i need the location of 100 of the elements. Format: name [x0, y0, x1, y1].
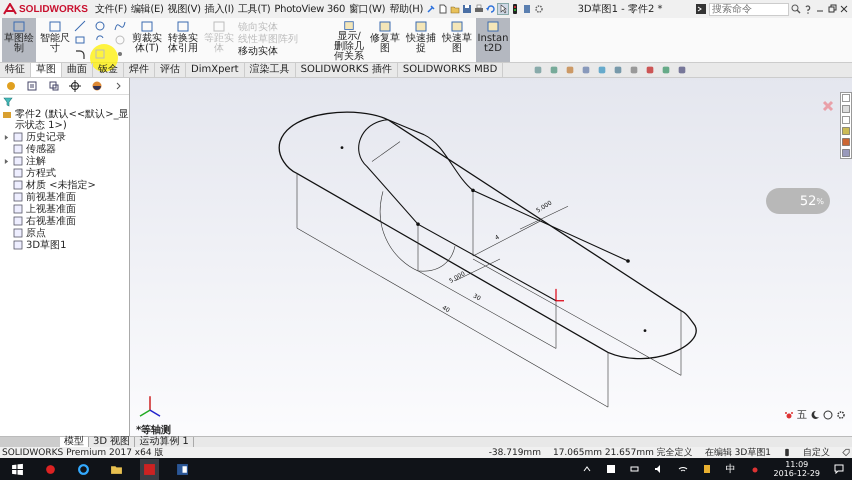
- clock-time[interactable]: 11:09: [785, 460, 808, 469]
- settings-icon[interactable]: [534, 4, 544, 14]
- moon-icon[interactable]: [810, 410, 820, 420]
- ribbon-tab[interactable]: 焊件: [124, 63, 155, 77]
- pin-icon[interactable]: [426, 4, 436, 14]
- status-coordinates: 17.065mm 21.657mm 完全定义: [552, 446, 693, 459]
- ribbon-menu-item[interactable]: 移动实体: [238, 46, 330, 58]
- appearance-ball-icon[interactable]: [90, 80, 103, 92]
- logo-icon: [3, 3, 17, 15]
- menu-item[interactable]: 编辑(E): [130, 2, 165, 16]
- ribbon-tab[interactable]: DimXpert: [186, 63, 245, 77]
- tree-item[interactable]: 前视基准面: [26, 190, 76, 204]
- menu-item[interactable]: 工具(T): [237, 2, 272, 16]
- print-icon[interactable]: [474, 4, 484, 14]
- ribbon-button[interactable]: 修复草图: [368, 18, 402, 62]
- spline-icon[interactable]: [114, 20, 126, 32]
- view-palette-icon[interactable]: [841, 126, 851, 136]
- tree-item[interactable]: 上视基准面: [26, 202, 76, 216]
- ime-glyph[interactable]: 五: [797, 408, 807, 422]
- rectangle-icon[interactable]: [74, 34, 86, 46]
- input-method-indicator[interactable]: 中: [726, 462, 736, 476]
- sketch-tool-icon: [414, 20, 428, 34]
- tree-item[interactable]: 原点: [26, 226, 46, 240]
- ribbon-button[interactable]: 剪裁实体(T): [130, 18, 164, 62]
- chevron-up-icon[interactable]: [582, 464, 592, 474]
- tree-item[interactable]: 历史记录: [26, 130, 66, 144]
- save-icon[interactable]: [462, 4, 472, 14]
- ribbon-button[interactable]: Instant2D: [476, 18, 510, 62]
- restore-icon[interactable]: [826, 4, 837, 14]
- part-icon: [2, 109, 12, 119]
- ribbon-tab[interactable]: SOLIDWORKS 插件: [296, 63, 398, 77]
- select-pointer-icon[interactable]: [498, 4, 508, 14]
- close-icon[interactable]: [838, 4, 849, 14]
- ribbon-tab[interactable]: 评估: [155, 63, 186, 77]
- rebuild-icon[interactable]: [783, 448, 791, 457]
- crosshair-icon[interactable]: [69, 80, 82, 92]
- ribbon-button[interactable]: 转换实体引用: [166, 18, 200, 62]
- line-icon[interactable]: [74, 20, 86, 32]
- menu-item[interactable]: 帮助(H): [388, 2, 424, 16]
- clock-date[interactable]: 2016-12-29: [774, 469, 820, 478]
- ribbon-tab[interactable]: 草图: [31, 63, 62, 77]
- tree-item[interactable]: 材质 <未指定>: [26, 178, 96, 192]
- notification-icon[interactable]: [834, 464, 844, 474]
- home-icon[interactable]: [841, 93, 851, 103]
- menu-item[interactable]: 文件(F): [94, 2, 128, 16]
- configuration-icon[interactable]: [48, 80, 60, 92]
- sketch-tool-icon: [12, 20, 26, 34]
- tree-item[interactable]: 3D草图1: [26, 238, 66, 252]
- tree-node-icon: [13, 168, 23, 178]
- undo-icon[interactable]: [486, 4, 496, 14]
- menu-item[interactable]: 窗口(W): [348, 2, 386, 16]
- search-field[interactable]: 搜索命令: [708, 2, 789, 16]
- ribbon-button[interactable]: 草图绘制: [2, 18, 36, 62]
- help-icon[interactable]: [802, 4, 813, 14]
- tree-node-icon: [13, 216, 23, 226]
- properties-list-icon[interactable]: [841, 148, 851, 158]
- model-tab[interactable]: 模型: [60, 437, 89, 447]
- parts-library-icon[interactable]: [841, 104, 851, 114]
- battery-icon[interactable]: [630, 464, 640, 474]
- sketch-tool-icon: [212, 20, 226, 34]
- menu-item[interactable]: PhotoView 360: [273, 4, 346, 14]
- tree-node-icon: [13, 156, 23, 166]
- notes-icon[interactable]: [702, 464, 712, 474]
- tree-root-label[interactable]: 零件2 (默认<<默认>_显示状态 1>): [15, 109, 129, 131]
- menu-item[interactable]: 插入(I): [204, 2, 235, 16]
- tree-item[interactable]: 方程式: [26, 166, 56, 180]
- appearances-icon[interactable]: [841, 137, 851, 147]
- filter-icon[interactable]: [3, 97, 13, 107]
- appearance-icon[interactable]: [645, 65, 656, 75]
- paw-icon[interactable]: [784, 410, 794, 420]
- ribbon-tab[interactable]: 渲染工具: [244, 63, 296, 77]
- status-units[interactable]: 自定义: [803, 446, 830, 459]
- ribbon-button[interactable]: 快速草图: [440, 18, 474, 62]
- tag-icon[interactable]: [842, 448, 850, 457]
- ribbon-button[interactable]: 智能尺寸: [38, 18, 72, 62]
- ribbon-tab[interactable]: SOLIDWORKS MBD: [398, 63, 504, 77]
- new-document-icon[interactable]: [438, 4, 448, 14]
- tray-app-icon[interactable]: [606, 464, 616, 474]
- solidworks-app-icon[interactable]: [140, 458, 159, 480]
- sketch-tool-icon: [176, 20, 190, 34]
- ribbon-button[interactable]: 显示/删除几何关系: [332, 18, 366, 62]
- tree-item[interactable]: 注解: [26, 154, 46, 168]
- tree-item[interactable]: 右视基准面: [26, 214, 76, 228]
- circle-icon[interactable]: [94, 20, 106, 32]
- ribbon-button[interactable]: 快速捕捉: [404, 18, 438, 62]
- tree-node-icon: [13, 228, 23, 238]
- property-manager-icon[interactable]: [26, 80, 38, 92]
- status-product: SOLIDWORKS Premium 2017 x64 版: [2, 446, 164, 459]
- monitor-icon[interactable]: [677, 65, 688, 75]
- expand-arrow-icon[interactable]: [4, 158, 9, 164]
- tree-item[interactable]: 传感器: [26, 142, 56, 156]
- search-icon[interactable]: [790, 4, 801, 14]
- gear-icon[interactable]: [836, 410, 846, 420]
- wifi-icon[interactable]: [678, 464, 688, 474]
- expand-arrow-icon[interactable]: [4, 134, 9, 140]
- fillet-icon[interactable]: [74, 48, 86, 60]
- sketch-tool-icon: [378, 20, 392, 34]
- menu-item[interactable]: 视图(V): [166, 2, 202, 16]
- file-properties-icon[interactable]: [522, 4, 532, 14]
- status-editing: 在编辑 3D草图1: [704, 446, 771, 459]
